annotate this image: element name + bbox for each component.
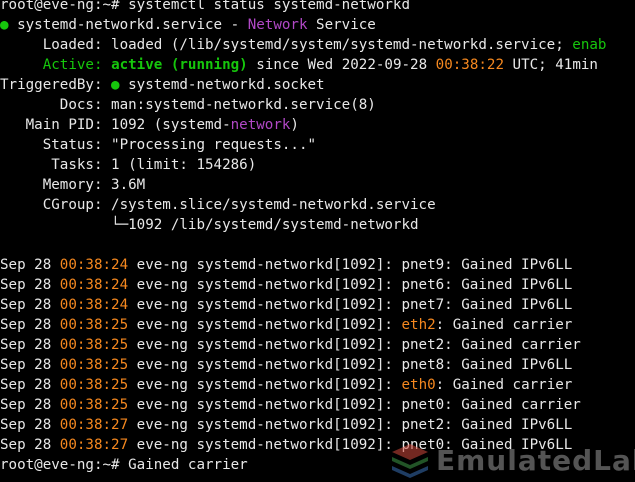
terminal-line: Status: "Processing requests..." bbox=[0, 135, 635, 155]
terminal-text-segment: TriggeredBy: bbox=[0, 77, 112, 93]
terminal-line: Sep 28 00:38:25 eve-ng systemd-networkd[… bbox=[0, 315, 635, 335]
terminal-text-segment: eve-ng systemd-networkd[1092]: pnet8: Ga… bbox=[128, 357, 573, 373]
terminal-line: Memory: 3.6M bbox=[0, 175, 635, 195]
terminal-text-segment: 00:38:24 bbox=[59, 297, 129, 313]
terminal-line: ● systemd-networkd.service - Network Ser… bbox=[0, 15, 635, 35]
terminal-text-segment: 00:38:27 bbox=[59, 417, 129, 433]
terminal-text-segment: systemd-networkd.service - bbox=[17, 17, 248, 33]
terminal-text-segment: 00:38:24 bbox=[59, 277, 129, 293]
terminal-text-segment: eve-ng systemd-networkd[1092]: bbox=[128, 317, 402, 333]
terminal-text-segment: 00:38:25 bbox=[59, 397, 129, 413]
terminal-line: Main PID: 1092 (systemd-network) bbox=[0, 115, 635, 135]
terminal-line: Sep 28 00:38:27 eve-ng systemd-networkd[… bbox=[0, 415, 635, 435]
terminal-text-segment: 00:38:27 bbox=[59, 437, 129, 453]
terminal-line: └─1092 /lib/systemd/systemd-networkd bbox=[0, 215, 635, 235]
terminal-line: Sep 28 00:38:24 eve-ng systemd-networkd[… bbox=[0, 275, 635, 295]
terminal-text-segment: 00:38:25 bbox=[59, 377, 129, 393]
terminal-window[interactable]: root@eve-ng:~# systemctl status systemd-… bbox=[0, 0, 635, 482]
terminal-text-segment: Sep 28 bbox=[0, 337, 60, 353]
terminal-text-segment: Sep 28 bbox=[0, 437, 60, 453]
terminal-text-segment: UTC; 41min bbox=[504, 57, 598, 73]
terminal-text-segment: root@eve-ng:~# Gained carrier bbox=[0, 457, 248, 473]
terminal-text-segment: : Gained carrier bbox=[435, 377, 573, 393]
terminal-line: root@eve-ng:~# Gained carrier bbox=[0, 455, 635, 475]
terminal-text-segment: network bbox=[230, 117, 291, 133]
terminal-text-segment: Loaded: loaded (/lib/systemd/system/syst… bbox=[0, 37, 573, 53]
terminal-text-segment: Sep 28 bbox=[0, 297, 60, 313]
terminal-line: Docs: man:systemd-networkd.service(8) bbox=[0, 95, 635, 115]
terminal-text-segment: Sep 28 bbox=[0, 397, 60, 413]
terminal-text-segment: systemd-networkd.socket bbox=[119, 77, 325, 93]
terminal-text-segment: ● bbox=[0, 17, 18, 33]
terminal-text-segment: eth0 bbox=[401, 377, 436, 393]
terminal-line: Sep 28 00:38:25 eve-ng systemd-networkd[… bbox=[0, 375, 635, 395]
terminal-text-segment: Sep 28 bbox=[0, 417, 60, 433]
terminal-text-segment: 00:38:25 bbox=[59, 337, 129, 353]
terminal-text-segment: Sep 28 bbox=[0, 277, 60, 293]
terminal-line: Sep 28 00:38:24 eve-ng systemd-networkd[… bbox=[0, 295, 635, 315]
terminal-text-segment: 00:38:24 bbox=[59, 257, 129, 273]
terminal-text-segment: eve-ng systemd-networkd[1092]: pnet7: Ga… bbox=[128, 297, 573, 313]
terminal-text-segment: eve-ng systemd-networkd[1092]: pnet2: Ga… bbox=[128, 337, 581, 353]
terminal-text-segment: ) bbox=[290, 117, 299, 133]
terminal-text-segment: Memory: 3.6M bbox=[0, 177, 146, 193]
terminal-line: TriggeredBy: ● systemd-networkd.socket bbox=[0, 75, 635, 95]
terminal-line: Sep 28 00:38:25 eve-ng systemd-networkd[… bbox=[0, 335, 635, 355]
terminal-text-segment: Sep 28 bbox=[0, 257, 60, 273]
terminal-text-segment: active (running) bbox=[111, 57, 248, 73]
terminal-text-segment: root@eve-ng:~# systemctl status systemd-… bbox=[0, 0, 410, 13]
terminal-text-segment: 00:38:22 bbox=[435, 57, 504, 73]
terminal-line: Sep 28 00:38:25 eve-ng systemd-networkd[… bbox=[0, 355, 635, 375]
terminal-text-segment: └─1092 /lib/systemd/systemd-networkd bbox=[0, 217, 419, 233]
terminal-text-segment: eth2 bbox=[401, 317, 436, 333]
terminal-text-segment: eve-ng systemd-networkd[1092]: pnet0: Ga… bbox=[128, 437, 573, 453]
terminal-line: Active: active (running) since Wed 2022-… bbox=[0, 55, 635, 75]
terminal-line: root@eve-ng:~# systemctl status systemd-… bbox=[0, 0, 635, 15]
terminal-text-segment: Status: "Processing requests..." bbox=[0, 137, 317, 153]
terminal-text-segment: Docs: man:systemd-networkd.service(8) bbox=[0, 97, 376, 113]
terminal-line: Loaded: loaded (/lib/systemd/system/syst… bbox=[0, 35, 635, 55]
terminal-line: Sep 28 00:38:25 eve-ng systemd-networkd[… bbox=[0, 395, 635, 415]
terminal-text-segment: 00:38:25 bbox=[59, 317, 129, 333]
terminal-line: Tasks: 1 (limit: 154286) bbox=[0, 155, 635, 175]
terminal-text-segment: eve-ng systemd-networkd[1092]: pnet9: Ga… bbox=[128, 257, 573, 273]
terminal-text-segment: ● bbox=[111, 77, 120, 93]
terminal-text-segment: enab bbox=[572, 37, 607, 53]
terminal-text-segment: Network bbox=[247, 17, 308, 33]
terminal-text-segment: eve-ng systemd-networkd[1092]: pnet0: Ga… bbox=[128, 397, 581, 413]
terminal-text-segment: CGroup: /system.slice/systemd-networkd.s… bbox=[0, 197, 436, 213]
terminal-text-segment: Sep 28 bbox=[0, 317, 60, 333]
terminal-line: Sep 28 00:38:24 eve-ng systemd-networkd[… bbox=[0, 255, 635, 275]
terminal-text-segment: : Gained carrier bbox=[435, 317, 573, 333]
terminal-text-segment: since Wed 2022-09-28 bbox=[247, 57, 436, 73]
terminal-text-segment: 00:38:25 bbox=[59, 357, 129, 373]
terminal-text-segment: Main PID: 1092 (systemd- bbox=[0, 117, 231, 133]
terminal-text-segment: Tasks: 1 (limit: 154286) bbox=[0, 157, 257, 173]
terminal-text-segment: eve-ng systemd-networkd[1092]: bbox=[128, 377, 402, 393]
terminal-line: CGroup: /system.slice/systemd-networkd.s… bbox=[0, 195, 635, 215]
terminal-line: Sep 28 00:38:27 eve-ng systemd-networkd[… bbox=[0, 435, 635, 455]
terminal-text-segment: Sep 28 bbox=[0, 377, 60, 393]
terminal-text-segment: Active: bbox=[42, 57, 112, 73]
terminal-text-segment: eve-ng systemd-networkd[1092]: pnet6: Ga… bbox=[128, 277, 573, 293]
terminal-text-segment: Service bbox=[307, 17, 376, 33]
terminal-text-segment: Sep 28 bbox=[0, 357, 60, 373]
terminal-text-segment: eve-ng systemd-networkd[1092]: pnet2: Ga… bbox=[128, 417, 573, 433]
